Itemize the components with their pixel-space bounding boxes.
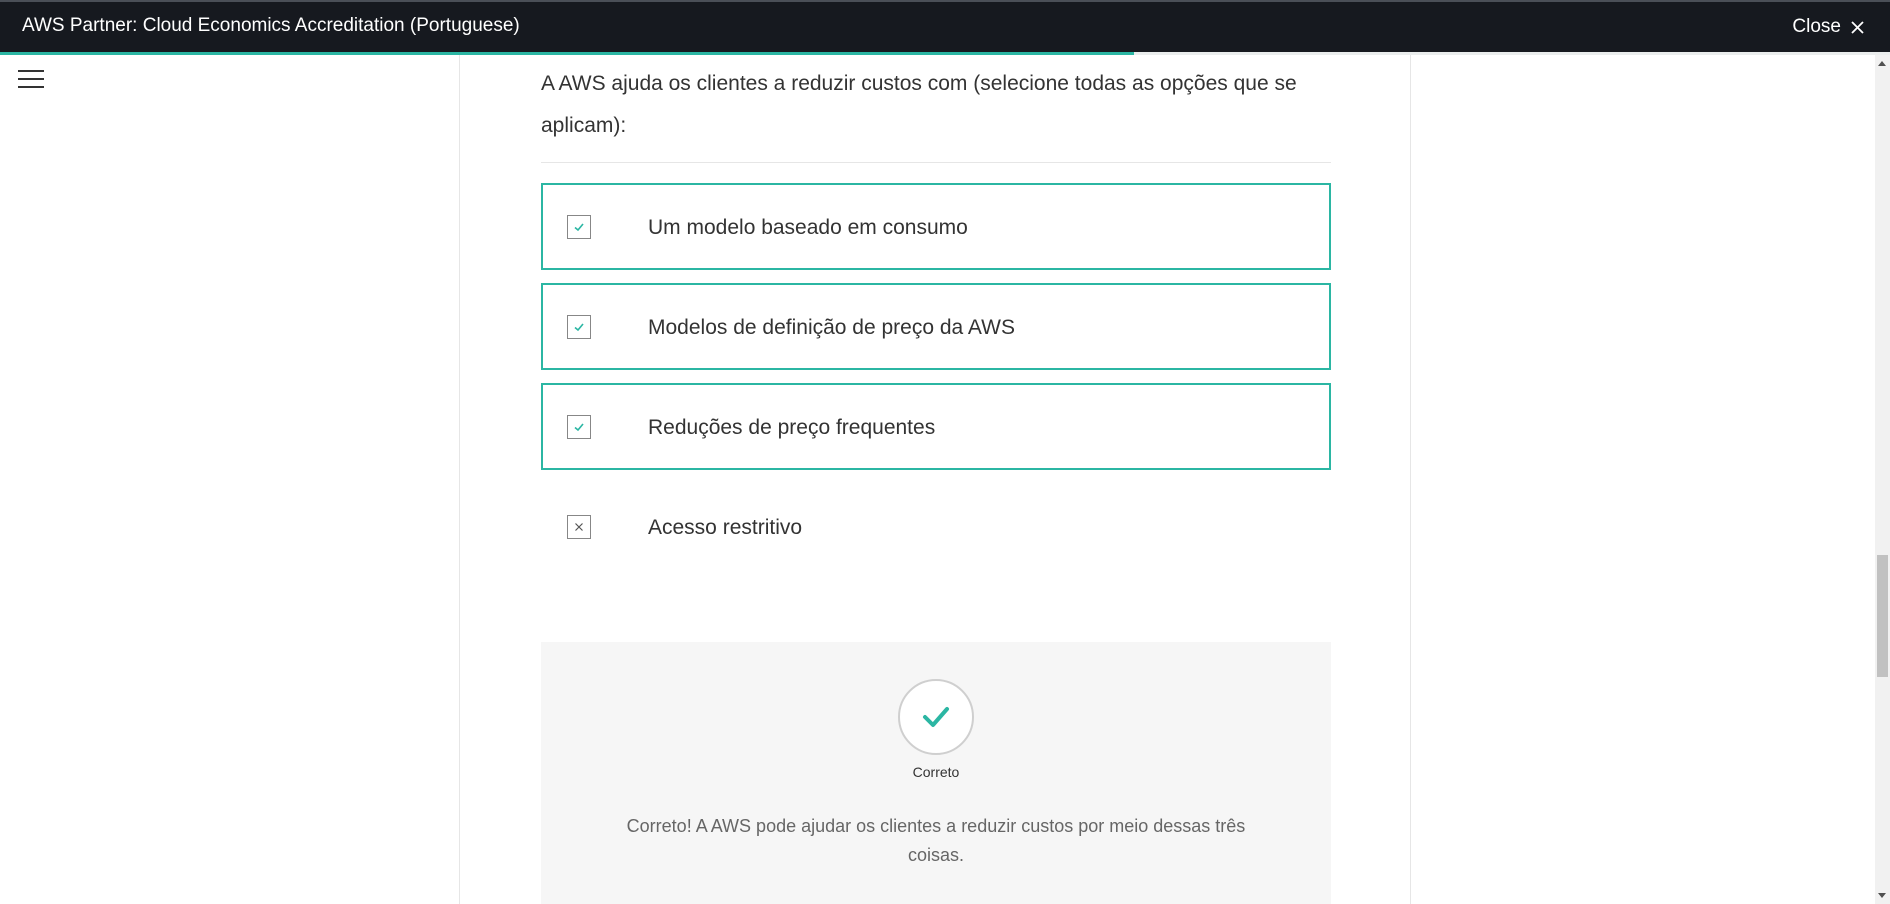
answer-option[interactable]: Reduções de preço frequentes: [541, 383, 1331, 470]
scroll-down-icon[interactable]: [1878, 893, 1886, 898]
check-icon: [574, 223, 584, 232]
close-label: Close: [1792, 16, 1841, 37]
checkbox[interactable]: [567, 215, 591, 239]
top-bar: AWS Partner: Cloud Economics Accreditati…: [0, 0, 1890, 52]
checkbox[interactable]: [567, 415, 591, 439]
close-button[interactable]: Close: [1792, 16, 1864, 38]
answer-option-label: Acesso restritivo: [648, 516, 803, 539]
page-scrollbar[interactable]: [1875, 55, 1890, 904]
answer-option-label: Reduções de preço frequentes: [648, 416, 936, 439]
feedback-message: Correto! A AWS pode ajudar os clientes a…: [626, 816, 1246, 865]
scrollbar-thumb[interactable]: [1877, 555, 1888, 677]
x-icon: [575, 523, 583, 531]
correct-badge: [898, 679, 974, 755]
close-icon: [1851, 20, 1864, 34]
question-text: A AWS ajuda os clientes a reduzir custos…: [541, 72, 1297, 137]
checkmark-icon: [923, 707, 949, 727]
course-title: AWS Partner: Cloud Economics Accreditati…: [22, 15, 520, 36]
check-icon: [574, 423, 584, 432]
menu-icon[interactable]: [18, 70, 44, 90]
answer-option[interactable]: Um modelo baseado em consumo: [541, 183, 1331, 270]
answer-option-label: Modelos de definição de preço da AWS: [648, 316, 1015, 339]
check-icon: [574, 323, 584, 332]
checkbox[interactable]: [567, 315, 591, 339]
feedback-panel: Correto Correto! A AWS pode ajudar os cl…: [541, 642, 1331, 904]
lesson-content: A AWS ajuda os clientes a reduzir custos…: [459, 55, 1411, 904]
answer-option[interactable]: Acesso restritivo: [541, 483, 1331, 570]
scroll-up-icon[interactable]: [1878, 61, 1886, 66]
answer-option-label: Um modelo baseado em consumo: [648, 216, 968, 239]
checkbox[interactable]: [567, 515, 591, 539]
feedback-status: Correto: [912, 764, 960, 780]
answer-option[interactable]: Modelos de definição de preço da AWS: [541, 283, 1331, 370]
divider: [541, 162, 1331, 163]
